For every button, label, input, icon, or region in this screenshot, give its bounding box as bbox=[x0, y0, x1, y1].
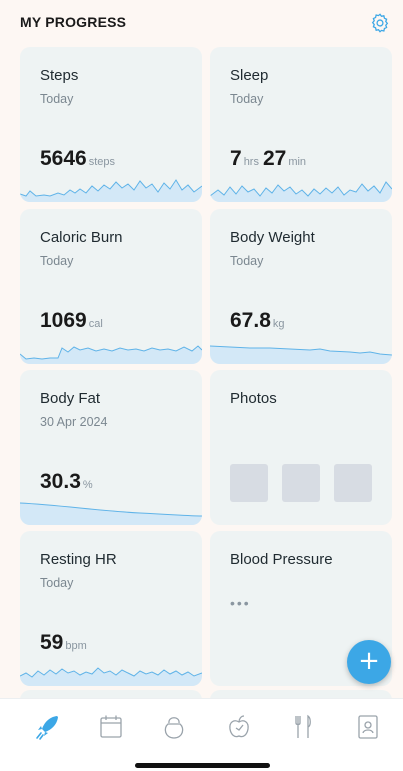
card-title: Steps bbox=[40, 67, 79, 84]
card-title: Blood Pressure bbox=[230, 551, 333, 568]
kettlebell-icon[interactable] bbox=[161, 713, 187, 741]
body-fat-card[interactable]: Body Fat 30 Apr 2024 30.3% bbox=[20, 370, 202, 525]
value-unit: bpm bbox=[65, 640, 87, 652]
photo-placeholder[interactable] bbox=[282, 464, 320, 502]
resting-hr-card[interactable]: Resting HR Today 59 bpm bbox=[20, 531, 202, 686]
value-unit: steps bbox=[88, 156, 116, 168]
add-button[interactable]: + bbox=[347, 640, 391, 684]
sleep-card[interactable]: Sleep Today 7 hrs 27 min bbox=[210, 47, 392, 202]
steps-value: 5646 steps bbox=[40, 147, 115, 171]
value-number: 5646 bbox=[40, 147, 87, 170]
steps-card[interactable]: Steps Today 5646 steps bbox=[20, 47, 202, 202]
body-weight-card[interactable]: Body Weight Today 67.8 kg bbox=[210, 209, 392, 364]
weight-value: 67.8 kg bbox=[230, 309, 285, 333]
card-title: Sleep bbox=[230, 67, 269, 84]
value-number: 59 bbox=[40, 631, 64, 654]
calories-value: 1069 cal bbox=[40, 309, 103, 333]
calendar-icon[interactable] bbox=[98, 713, 124, 741]
home-indicator bbox=[135, 763, 270, 768]
card-subtitle: Today bbox=[40, 92, 74, 106]
weight-sparkline bbox=[210, 345, 392, 364]
card-subtitle: 30 Apr 2024 bbox=[40, 415, 108, 429]
sleep-value: 7 hrs 27 min bbox=[230, 147, 306, 171]
card-title: Resting HR bbox=[40, 551, 117, 568]
resting-hr-sparkline bbox=[20, 667, 202, 686]
card-title: Body Weight bbox=[230, 229, 315, 246]
tab-bar bbox=[0, 698, 403, 771]
photo-placeholder[interactable] bbox=[334, 464, 372, 502]
contact-card-icon[interactable] bbox=[355, 713, 381, 741]
page-title: MY PROGRESS bbox=[20, 14, 127, 30]
calories-sparkline bbox=[20, 345, 202, 364]
photo-placeholder[interactable] bbox=[230, 464, 268, 502]
value-number: 30.3 bbox=[40, 470, 81, 493]
hours-unit: hrs bbox=[243, 156, 259, 168]
body-fat-value: 30.3% bbox=[40, 470, 93, 494]
resting-hr-value: 59 bpm bbox=[40, 631, 87, 655]
card-subtitle: Today bbox=[230, 92, 264, 106]
value-unit: kg bbox=[272, 318, 285, 330]
rocket-icon[interactable] bbox=[35, 713, 61, 741]
header: MY PROGRESS bbox=[0, 0, 403, 42]
body-fat-sparkline bbox=[20, 502, 202, 525]
photos-card[interactable]: Photos bbox=[210, 370, 392, 525]
card-title: Body Fat bbox=[40, 390, 101, 407]
card-title: Photos bbox=[230, 390, 277, 407]
fork-knife-icon[interactable] bbox=[290, 713, 316, 741]
apple-icon[interactable] bbox=[226, 713, 252, 741]
value-number: 1069 bbox=[40, 309, 87, 332]
caloric-burn-card[interactable]: Caloric Burn Today 1069 cal bbox=[20, 209, 202, 364]
card-subtitle: Today bbox=[230, 254, 264, 268]
minutes-unit: min bbox=[288, 156, 307, 168]
value-unit: cal bbox=[88, 318, 103, 330]
gear-icon[interactable] bbox=[369, 12, 391, 34]
card-subtitle: Today bbox=[40, 254, 74, 268]
card-subtitle: Today bbox=[40, 576, 74, 590]
card-title: Caloric Burn bbox=[40, 229, 123, 246]
steps-sparkline bbox=[20, 179, 202, 202]
hours-number: 7 bbox=[230, 147, 242, 170]
no-data-placeholder: ••• bbox=[230, 595, 251, 611]
sleep-sparkline bbox=[210, 181, 392, 202]
value-number: 67.8 bbox=[230, 309, 271, 332]
minutes-number: 27 bbox=[262, 147, 287, 170]
value-unit: % bbox=[82, 479, 93, 491]
